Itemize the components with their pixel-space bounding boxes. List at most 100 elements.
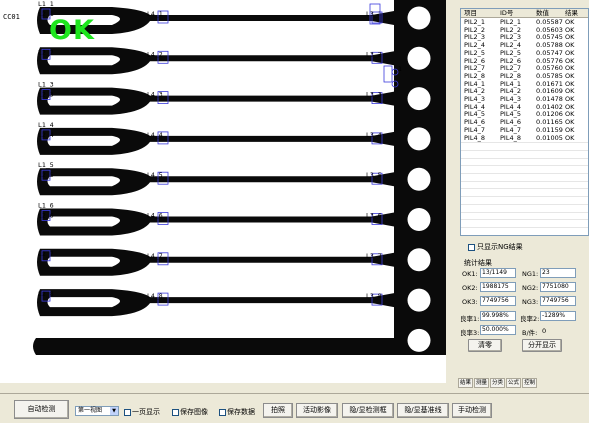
row-item: PIL2_6 <box>464 57 485 65</box>
terminal-slot <box>47 95 120 106</box>
ok3-label: OK3: <box>462 298 478 306</box>
bottom-toolbar: 自动检测 第一视图 ▼ 一页显示 保存图像 保存数据 拍照 活动影像 隐/显检测… <box>0 393 589 423</box>
manual-detect-button[interactable]: 手动检测 <box>452 403 492 418</box>
lead-label: L2_4 <box>38 131 54 139</box>
header-value: 数值 <box>536 9 549 17</box>
rate3-label: 良率3: <box>460 329 480 337</box>
checkbox-box[interactable] <box>219 408 226 416</box>
carrier-hole <box>407 208 431 231</box>
lead-label: L2_3 <box>38 91 54 99</box>
lead-label: L4_1 <box>147 10 163 18</box>
auto-detect-button[interactable]: 自动检测 <box>14 400 69 419</box>
ok1-field: 13/1149 <box>480 268 516 278</box>
lead-label: L1_3 <box>38 81 54 89</box>
empty-row <box>461 149 588 151</box>
lead-label: L4_6 <box>147 212 163 220</box>
toggle-roi-button[interactable]: 隐/显检测框 <box>342 403 394 418</box>
table-row[interactable]: PIL4_7 PIL4_7 0.01159 OK <box>461 127 588 135</box>
stats-title: 统计结果 <box>464 259 492 267</box>
checkbox-box[interactable] <box>172 408 179 416</box>
table-row[interactable]: PIL2_2 PIL2_2 0.05603 OK <box>461 27 588 35</box>
empty-row <box>461 188 588 190</box>
tab-classify[interactable]: 分类 <box>490 378 506 388</box>
tab-formula[interactable]: 公式 <box>506 378 522 388</box>
empty-row <box>461 173 588 174</box>
live-view-button[interactable]: 活动影像 <box>296 403 338 418</box>
row-result: OK <box>565 103 575 111</box>
capture-button[interactable]: 拍照 <box>263 403 293 418</box>
checkbox-box[interactable] <box>124 408 131 416</box>
table-row[interactable]: PIL2_6 PIL2_6 0.05776 OK <box>461 58 588 66</box>
empty-row <box>461 219 588 221</box>
ng2-field: 7751080 <box>540 282 576 292</box>
clear-stats-button[interactable]: 清零 <box>468 339 502 352</box>
header-result: 结果 <box>565 9 578 17</box>
view-scrollbar[interactable] <box>0 383 458 393</box>
row-item: PIL4_7 <box>464 126 485 134</box>
table-row[interactable]: PIL2_7 PIL2_7 0.05760 OK <box>461 65 588 73</box>
table-row[interactable]: PIL2_4 PIL2_4 0.05788 OK <box>461 42 588 50</box>
row-value: 0.05776 <box>536 57 563 65</box>
table-row[interactable]: PIL4_4 PIL4_4 0.01402 OK <box>461 104 588 112</box>
table-row[interactable]: PIL4_8 PIL4_8 0.01005 OK <box>461 135 588 143</box>
tab-control[interactable]: 控制 <box>522 378 538 388</box>
row-item: PIL2_5 <box>464 49 485 57</box>
ng-only-checkbox[interactable]: 只显示NG结果 <box>468 242 523 252</box>
rate2-field: -1289% <box>540 311 576 321</box>
ok3-field: 7749756 <box>480 296 516 306</box>
save-data-label: 保存数据 <box>227 408 255 416</box>
inspection-image-view[interactable]: L1_1 L2_1 L4_1 L3_1 L2_2 L4_2 L3_2 L1_3 L2_3 L4_3… <box>0 0 446 383</box>
table-row[interactable]: PIL2_8 PIL2_8 0.05785 OK <box>461 73 588 81</box>
row-item: PIL4_2 <box>464 88 485 96</box>
row-item: PIL2_7 <box>464 65 485 73</box>
table-row[interactable]: PIL4_3 PIL4_3 0.01478 OK <box>461 96 588 104</box>
toggle-baseline-button[interactable]: 隐/显基准线 <box>397 403 449 418</box>
carrier-hole <box>407 46 431 70</box>
lead-label: L3_7 <box>366 252 382 260</box>
table-row[interactable]: PIL4_6 PIL4_6 0.01165 OK <box>461 119 588 127</box>
carrier-hole <box>407 87 431 111</box>
carrier-hole <box>407 167 431 191</box>
row-id: PIL2_5 <box>500 49 521 57</box>
table-row[interactable]: PIL2_1 PIL2_1 0.05587 OK <box>461 19 588 27</box>
carrier-hole <box>407 248 431 272</box>
table-row[interactable]: PIL4_1 PIL4_1 0.01671 OK <box>461 81 588 89</box>
one-page-checkbox[interactable]: 一页显示 <box>124 407 160 417</box>
lead-label: L1_4 <box>38 121 54 129</box>
lead-label: L4_7 <box>147 252 163 260</box>
tab-results[interactable]: 结果 <box>458 378 474 388</box>
bj-label: B/件: <box>522 329 538 337</box>
chevron-down-icon[interactable]: ▼ <box>110 407 118 415</box>
row-value: 0.01671 <box>536 80 563 88</box>
row-item: PIL2_8 <box>464 72 485 80</box>
view-select[interactable]: 第一视图 ▼ <box>75 406 119 416</box>
terminal-slot <box>47 176 120 187</box>
bj-value: 0 <box>542 327 547 335</box>
tab-measure[interactable]: 测量 <box>474 378 490 388</box>
row-id: PIL2_7 <box>500 65 521 73</box>
terminal-slot <box>47 256 120 267</box>
row-result: OK <box>565 88 575 96</box>
lead-label: L2_7 <box>38 250 54 258</box>
roi-box-extra <box>383 65 393 83</box>
rate3-field: 50.000% <box>480 325 516 335</box>
empty-row <box>461 211 588 213</box>
row-item: PIL2_2 <box>464 26 485 34</box>
table-row[interactable]: PIL2_3 PIL2_3 0.05745 OK <box>461 34 588 42</box>
checkbox-box[interactable] <box>468 243 475 251</box>
save-image-checkbox[interactable]: 保存图像 <box>172 407 208 417</box>
row-id: PIL4_2 <box>500 88 521 96</box>
lead-label: L4_3 <box>147 91 163 99</box>
row-result: OK <box>565 96 575 103</box>
table-row[interactable]: PIL2_5 PIL2_5 0.05747 OK <box>461 50 588 58</box>
split-display-button[interactable]: 分开显示 <box>522 339 562 352</box>
table-row[interactable]: PIL4_2 PIL4_2 0.01609 OK <box>461 88 588 96</box>
empty-row <box>461 203 588 205</box>
results-table[interactable]: 项目 ID号 数值 结果 PIL2_1 PIL2_1 0.05587 OK PIL2_2… <box>460 8 589 236</box>
row-value: 0.05747 <box>536 49 563 57</box>
table-row[interactable]: PIL4_5 PIL4_5 0.01206 OK <box>461 111 588 119</box>
save-data-checkbox[interactable]: 保存数据 <box>219 407 255 417</box>
lead-label: 1 <box>398 65 402 73</box>
lead-label: L3_4 <box>366 131 382 139</box>
rate1-field: 99.998% <box>480 311 516 321</box>
